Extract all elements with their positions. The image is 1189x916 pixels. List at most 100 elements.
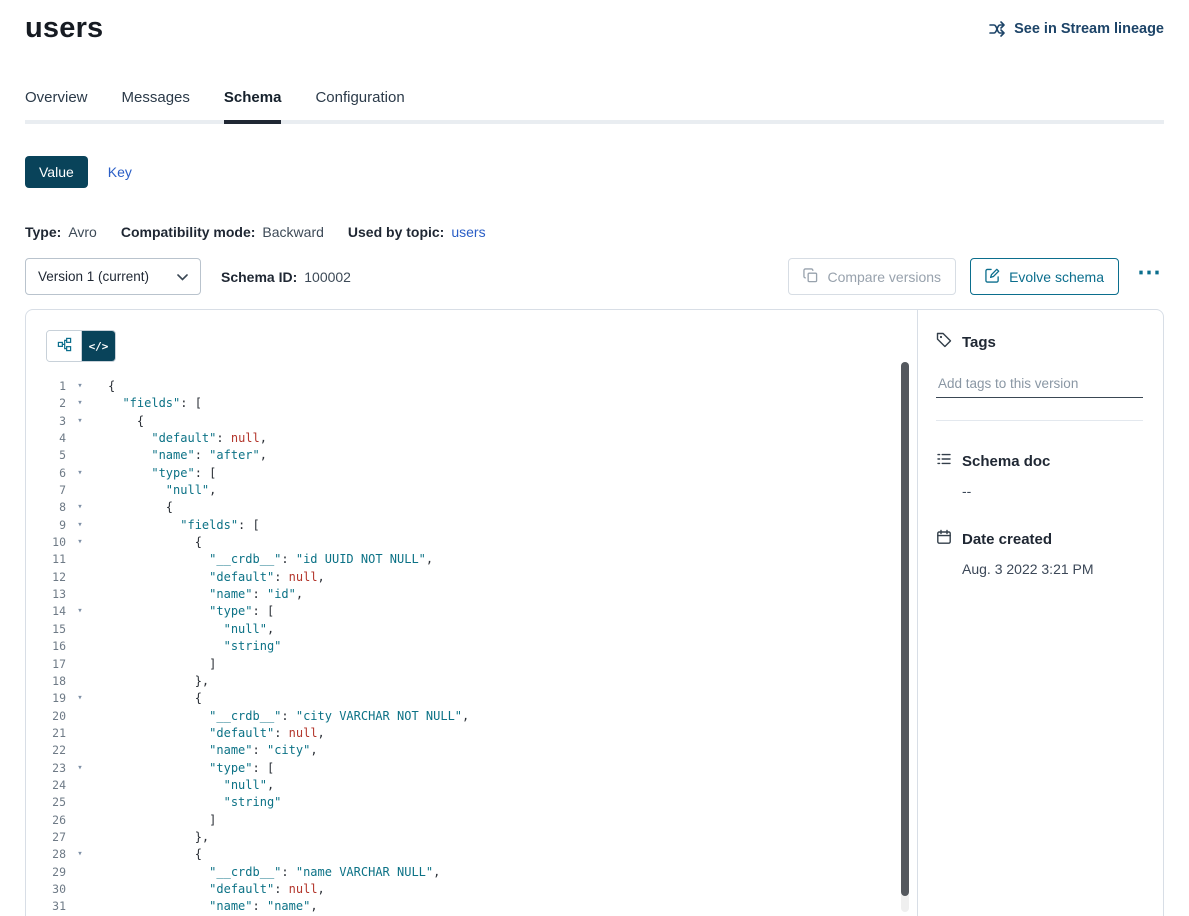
line-number: 21 bbox=[46, 725, 66, 742]
code-text: { bbox=[108, 413, 144, 430]
line-number: 1 bbox=[46, 378, 66, 395]
code-text: ] bbox=[108, 812, 216, 829]
fold-toggle-icon[interactable]: ▾ bbox=[72, 378, 88, 395]
meta-topic: Used by topic: users bbox=[348, 224, 486, 240]
tab-configuration[interactable]: Configuration bbox=[315, 89, 404, 120]
fold-spacer bbox=[72, 794, 88, 811]
list-icon bbox=[936, 451, 952, 471]
fold-toggle-icon[interactable]: ▾ bbox=[72, 499, 88, 516]
tags-input[interactable] bbox=[936, 370, 1143, 398]
tab-schema[interactable]: Schema bbox=[224, 89, 282, 120]
evolve-schema-button[interactable]: Evolve schema bbox=[970, 258, 1119, 295]
tags-header: Tags bbox=[936, 332, 1143, 352]
tree-view-icon bbox=[57, 337, 72, 355]
scrollbar-thumb[interactable] bbox=[901, 362, 909, 896]
code-line: 8▾ { bbox=[46, 499, 917, 516]
line-number: 22 bbox=[46, 742, 66, 759]
line-number: 7 bbox=[46, 482, 66, 499]
key-toggle-button[interactable]: Key bbox=[108, 164, 132, 180]
details-sidebar: Tags Schema doc -- bbox=[917, 310, 1163, 916]
type-value: Avro bbox=[68, 224, 97, 240]
fold-spacer bbox=[72, 881, 88, 898]
code-line: 18 }, bbox=[46, 673, 917, 690]
line-number: 24 bbox=[46, 777, 66, 794]
fold-toggle-icon[interactable]: ▾ bbox=[72, 603, 88, 620]
code-line: 17 ] bbox=[46, 656, 917, 673]
code-view-button[interactable]: </> bbox=[81, 331, 115, 361]
line-number: 26 bbox=[46, 812, 66, 829]
line-number: 29 bbox=[46, 864, 66, 881]
fold-spacer bbox=[72, 725, 88, 742]
fold-spacer bbox=[72, 447, 88, 464]
code-line: 9▾ "fields": [ bbox=[46, 517, 917, 534]
line-number: 19 bbox=[46, 690, 66, 707]
code-line: 16 "string" bbox=[46, 638, 917, 655]
tag-icon bbox=[936, 332, 952, 352]
fold-toggle-icon[interactable]: ▾ bbox=[72, 395, 88, 412]
line-number: 2 bbox=[46, 395, 66, 412]
fold-spacer bbox=[72, 586, 88, 603]
code-line: 1▾{ bbox=[46, 378, 917, 395]
fold-spacer bbox=[72, 638, 88, 655]
fold-toggle-icon[interactable]: ▾ bbox=[72, 534, 88, 551]
version-select-value: Version 1 (current) bbox=[38, 269, 149, 284]
fold-spacer bbox=[72, 777, 88, 794]
code-line: 29 "__crdb__": "name VARCHAR NULL", bbox=[46, 864, 917, 881]
code-text: "__crdb__": "id UUID NOT NULL", bbox=[108, 551, 433, 568]
value-toggle-button[interactable]: Value bbox=[25, 156, 88, 188]
compare-versions-label: Compare versions bbox=[827, 269, 941, 285]
tab-overview[interactable]: Overview bbox=[25, 89, 88, 120]
code-text: }, bbox=[108, 829, 209, 846]
code-text: "fields": [ bbox=[108, 395, 202, 412]
stream-lineage-link[interactable]: See in Stream lineage bbox=[988, 20, 1164, 38]
line-number: 17 bbox=[46, 656, 66, 673]
code-line: 21 "default": null, bbox=[46, 725, 917, 742]
version-select[interactable]: Version 1 (current) bbox=[25, 258, 201, 295]
stream-lineage-icon bbox=[988, 20, 1006, 38]
meta-compatibility: Compatibility mode: Backward bbox=[121, 224, 324, 240]
code-line: 13 "name": "id", bbox=[46, 586, 917, 603]
fold-spacer bbox=[72, 569, 88, 586]
tree-view-button[interactable] bbox=[47, 331, 81, 361]
code-text: "default": null, bbox=[108, 881, 325, 898]
divider bbox=[936, 420, 1143, 421]
fold-spacer bbox=[72, 829, 88, 846]
code-text: "type": [ bbox=[108, 603, 274, 620]
code-line: 3▾ { bbox=[46, 413, 917, 430]
overflow-menu-button[interactable]: ⋯ bbox=[1135, 261, 1164, 293]
fold-spacer bbox=[72, 621, 88, 638]
tags-section: Tags bbox=[936, 332, 1143, 421]
calendar-icon bbox=[936, 529, 952, 549]
schema-id: Schema ID: 100002 bbox=[221, 269, 351, 285]
compare-versions-button[interactable]: Compare versions bbox=[788, 258, 956, 295]
code-line: 31 "name": "name", bbox=[46, 898, 917, 915]
code-text: "string" bbox=[108, 794, 281, 811]
line-number: 11 bbox=[46, 551, 66, 568]
page-header: users See in Stream lineage bbox=[25, 0, 1164, 45]
code-line: 22 "name": "city", bbox=[46, 742, 917, 759]
fold-toggle-icon[interactable]: ▾ bbox=[72, 465, 88, 482]
tab-messages[interactable]: Messages bbox=[122, 89, 190, 120]
scrollbar-track[interactable] bbox=[901, 362, 909, 912]
code-line: 7 "null", bbox=[46, 482, 917, 499]
code-line: 25 "string" bbox=[46, 794, 917, 811]
schema-editor: </> 1▾{2▾ "fields": [3▾ {4 "default": nu… bbox=[26, 310, 917, 916]
line-number: 30 bbox=[46, 881, 66, 898]
fold-toggle-icon[interactable]: ▾ bbox=[72, 690, 88, 707]
code-text: "type": [ bbox=[108, 465, 216, 482]
code-text: "null", bbox=[108, 621, 274, 638]
fold-toggle-icon[interactable]: ▾ bbox=[72, 760, 88, 777]
fold-spacer bbox=[72, 656, 88, 673]
topic-link[interactable]: users bbox=[451, 224, 485, 240]
line-number: 8 bbox=[46, 499, 66, 516]
fold-toggle-icon[interactable]: ▾ bbox=[72, 846, 88, 863]
fold-toggle-icon[interactable]: ▾ bbox=[72, 413, 88, 430]
code-text: }, bbox=[108, 673, 209, 690]
edit-icon bbox=[985, 268, 1000, 286]
code-text: "__crdb__": "city VARCHAR NOT NULL", bbox=[108, 708, 469, 725]
code-line: 26 ] bbox=[46, 812, 917, 829]
line-number: 9 bbox=[46, 517, 66, 534]
code-line: 11 "__crdb__": "id UUID NOT NULL", bbox=[46, 551, 917, 568]
version-bar: Version 1 (current) Schema ID: 100002 Co… bbox=[25, 258, 1164, 295]
fold-toggle-icon[interactable]: ▾ bbox=[72, 517, 88, 534]
